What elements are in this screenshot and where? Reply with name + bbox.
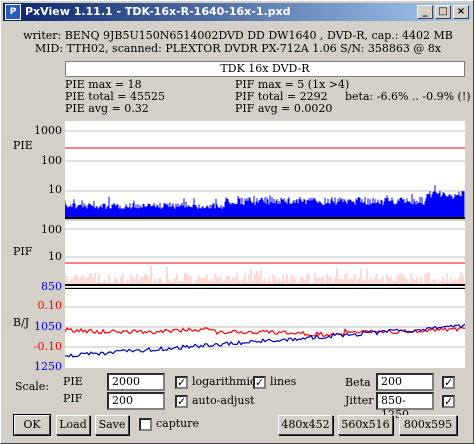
load-button[interactable]: Load [56,415,90,435]
ok-button[interactable]: OK [13,414,51,436]
pif-scale-input[interactable]: 200 [107,392,165,410]
capture-label: capture [156,417,200,430]
pif-plot [65,228,465,286]
capture-checkbox[interactable] [139,418,152,431]
beta-jitter-plot [65,288,465,358]
jitter-scale-label: Jitter [345,394,374,407]
pie-graph [65,121,465,219]
pxview-window: P PxView 1.11.1 - TDK-16x-R-1640-16x-1.p… [0,0,474,444]
window-title: PxView 1.11.1 - TDK-16x-R-1640-16x-1.pxd [25,5,291,18]
beta-checkbox[interactable]: ✓ [442,376,455,389]
minimize-button[interactable]: _ [417,5,433,19]
beta-jitter-graph [65,288,465,368]
pie-tick: 1000 [34,124,62,137]
pif-graph [65,221,465,287]
pif-avg: PIF avg = 0.0020 [235,102,333,115]
lines-label: lines [270,375,297,388]
jitter-checkbox[interactable]: ✓ [442,395,455,408]
pie-tick: 100 [41,154,62,167]
beta-range: beta: -6.6% .. -0.9% (!) [345,90,471,103]
pif-scale-label: PIF [63,392,83,405]
pif-tick: 10 [48,250,62,263]
beta-tick: 0.10 [37,299,63,312]
disc-label: TDK 16x DVD-R [65,61,465,77]
logarithmic-checkbox[interactable]: ✓ [175,376,188,389]
scale-label: Scale: [15,380,49,393]
save-button[interactable]: Save [95,415,129,435]
logarithmic-label: logarithmic [192,375,257,388]
maximize-button[interactable]: □ [435,5,451,19]
jitter-tick: 1050 [34,320,62,333]
auto-adjust-label: auto-adjust [192,394,255,407]
pie-scale-input[interactable]: 2000 [107,373,165,391]
beta-scale-label: Beta [345,376,371,389]
close-button[interactable]: × [453,5,469,19]
size-480x452-button[interactable]: 480x452 [278,415,333,435]
pie-scale-label: PIE [63,375,83,388]
jitter-scale-input[interactable]: 850-1250 [376,392,434,421]
size-560x516-button[interactable]: 560x516 [338,415,393,435]
pif-bars [65,266,464,285]
pie-avg: PIE avg = 0.32 [65,102,149,115]
pxview-app-icon[interactable]: P [5,4,21,20]
jitter-tick: 850 [41,280,62,293]
pie-bars [65,185,465,219]
jitter-tick: 1250 [34,360,62,373]
writer-info: writer: BENQ 9JB5U150N6514002DVD DD DW16… [23,29,453,42]
scan-info: MID: TTH02, scanned: PLEXTOR DVDR PX-712… [34,42,442,55]
pie-tick: 10 [48,183,62,196]
size-800x595-button[interactable]: 800x595 [399,415,457,435]
lines-checkbox[interactable]: ✓ [253,376,266,389]
pie-plot [65,130,465,219]
pie-axis-title: PIE [13,139,33,152]
title-bar[interactable]: P PxView 1.11.1 - TDK-16x-R-1640-16x-1.p… [3,3,471,21]
pif-tick: 100 [41,223,62,236]
auto-adjust-checkbox[interactable]: ✓ [175,395,188,408]
beta-tick: -0.10 [33,340,62,353]
beta-scale-input[interactable]: 200 [376,373,434,391]
